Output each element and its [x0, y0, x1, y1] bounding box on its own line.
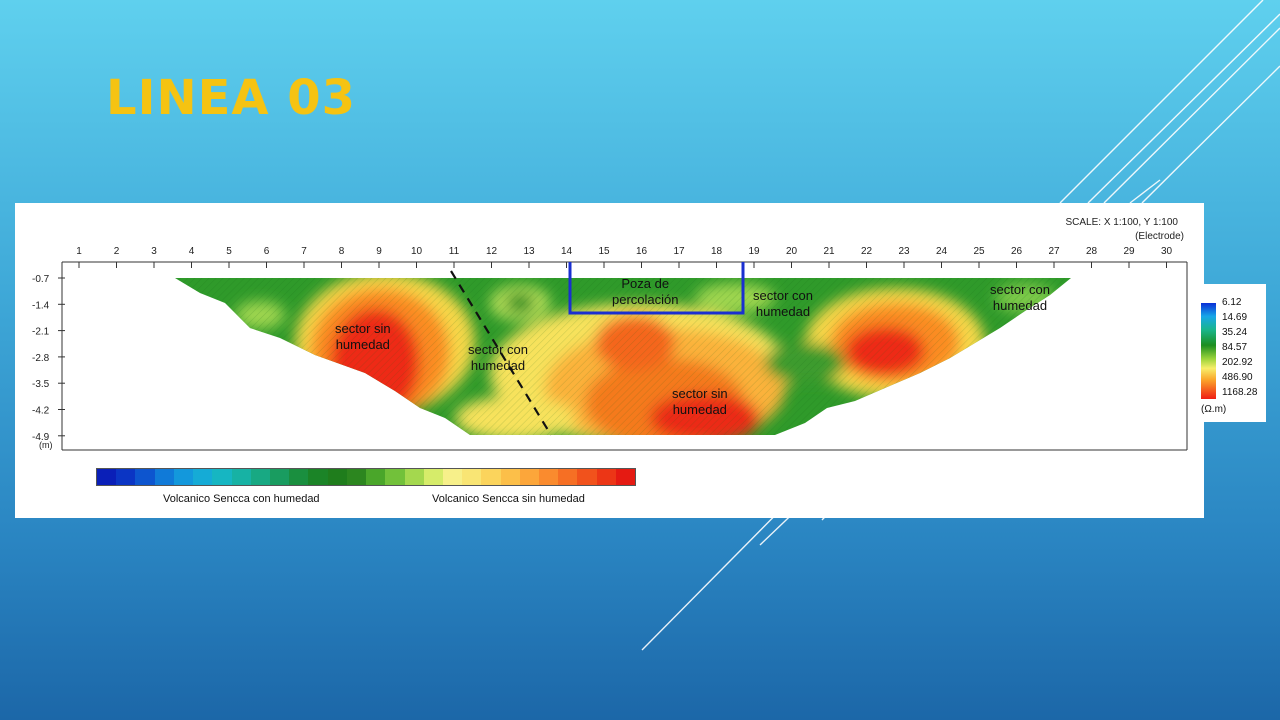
x-tick-label: 11 — [449, 246, 460, 257]
x-tick-label: 10 — [411, 246, 423, 257]
x-tick-label: 16 — [636, 246, 648, 257]
y-tick-label: -2.8 — [32, 353, 50, 364]
x-tick-label: 18 — [711, 246, 723, 257]
x-tick-label: 7 — [301, 246, 307, 257]
annotation-sector-sin-humedad-left: sector sin humedad — [335, 321, 391, 352]
x-tick-label: 1 — [76, 246, 82, 257]
y-tick-label: -2.1 — [32, 327, 50, 338]
color-key-value: 486.90 — [1222, 372, 1253, 383]
annotation-sector-con-humedad-right: sector con humedad — [753, 288, 813, 319]
annotation-sector-sin-humedad-bottom: sector sin humedad — [672, 386, 728, 417]
x-tick-label: 26 — [1011, 246, 1023, 257]
x-tick-label: 20 — [786, 246, 798, 257]
x-tick-label: 13 — [523, 246, 535, 257]
y-tick-label: -0.7 — [32, 274, 50, 285]
x-tick-label: 19 — [748, 246, 760, 257]
color-key-value: 84.57 — [1222, 342, 1248, 353]
y-tick-label: -4.2 — [32, 406, 50, 417]
x-tick-label: 6 — [264, 246, 270, 257]
x-tick-label: 12 — [486, 246, 498, 257]
y-tick-label: -1.4 — [32, 300, 50, 311]
color-key-value: 35.24 — [1222, 327, 1248, 338]
x-tick-label: 23 — [898, 246, 910, 257]
annotation-sector-con-humedad-center: sector con humedad — [468, 342, 528, 373]
color-key-value: 202.92 — [1222, 357, 1253, 368]
color-key-bar — [1201, 303, 1216, 399]
x-tick-label: 29 — [1123, 246, 1135, 257]
annotation-sector-con-humedad-far-right: sector con humedad — [990, 282, 1050, 313]
x-tick-label: 5 — [226, 246, 232, 257]
y-tick-label: -3.5 — [32, 379, 50, 390]
legend-wet-label: Volcanico Sencca con humedad — [163, 493, 320, 505]
x-tick-label: 27 — [1048, 246, 1060, 257]
x-tick-label: 28 — [1086, 246, 1098, 257]
y-axis-ticks: -0.7-1.4-2.1-2.8-3.5-4.2-4.9 — [32, 274, 65, 443]
color-key-value: 6.12 — [1222, 297, 1242, 308]
x-tick-label: 4 — [189, 246, 195, 257]
color-key-value: 14.69 — [1222, 312, 1248, 323]
color-key-value: 1168.28 — [1222, 387, 1258, 398]
x-tick-label: 8 — [339, 246, 345, 257]
resistivity-color-key: 6.12 14.69 35.24 84.57 202.92 486.90 116… — [1199, 284, 1266, 422]
x-axis-ticks: 1 2 3 4 5 6 7 8 9 10 11 12 13 14 15 16 17 18 19 20 21 22 23 24 2… — [76, 246, 1172, 268]
x-tick-label: 14 — [561, 246, 573, 257]
x-tick-label: 2 — [114, 246, 120, 257]
depth-unit-label: (m) — [39, 440, 53, 450]
x-tick-label: 25 — [973, 246, 985, 257]
color-key-unit: (Ω.m) — [1201, 404, 1227, 415]
x-tick-label: 30 — [1161, 246, 1173, 257]
x-tick-label: 21 — [823, 246, 835, 257]
x-tick-label: 22 — [861, 246, 873, 257]
x-tick-label: 24 — [936, 246, 948, 257]
x-tick-label: 17 — [673, 246, 685, 257]
resistivity-section-figure: SCALE: X 1:100, Y 1:100 (Electrode) 1234… — [15, 203, 1204, 518]
x-tick-label: 3 — [151, 246, 157, 257]
annotation-poza-de-percolacion: Poza de percolación — [612, 276, 679, 307]
legend-color-bar — [96, 468, 636, 486]
x-tick-label: 9 — [376, 246, 382, 257]
legend-dry-label: Volcanico Sencca sin humedad — [432, 493, 585, 505]
x-tick-label: 15 — [598, 246, 610, 257]
slide-title: LINEA 03 — [106, 70, 357, 126]
